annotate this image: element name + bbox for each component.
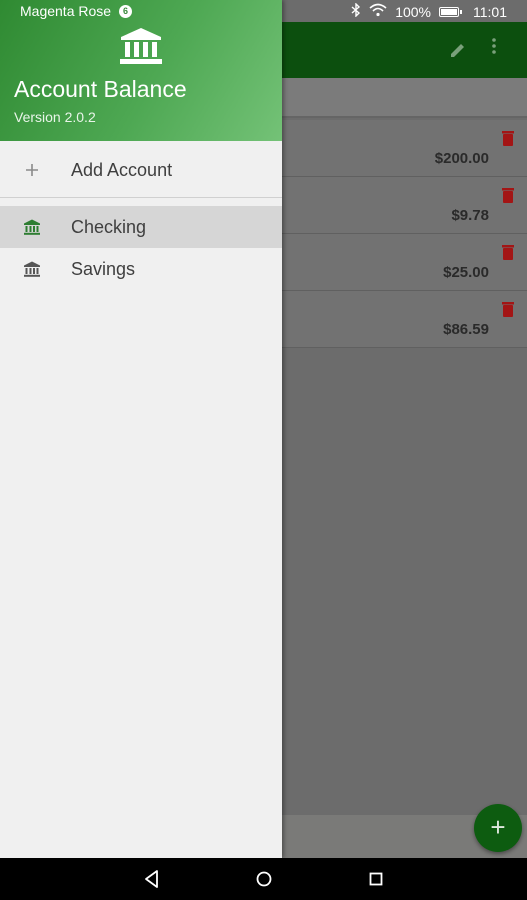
transaction-amount: $9.78 — [451, 207, 489, 224]
carrier-name: Magenta Rose — [20, 3, 112, 19]
back-icon[interactable] — [140, 868, 164, 890]
trash-icon[interactable] — [501, 301, 515, 318]
status-bar: Magenta Rose 6 100% 11:01 — [0, 0, 527, 22]
bank-icon — [23, 218, 41, 236]
clock: 11:01 — [473, 3, 507, 20]
add-account-button[interactable]: Add Account — [0, 149, 282, 191]
system-nav-bar — [0, 858, 527, 900]
trash-icon[interactable] — [501, 187, 515, 204]
transaction-amount: $86.59 — [443, 321, 489, 338]
add-account-label: Add Account — [71, 159, 173, 180]
battery-percent: 100% — [395, 3, 431, 20]
app-title: Account Balance — [14, 76, 187, 102]
drawer-item-checking[interactable]: Checking — [0, 206, 282, 248]
status-right: 100% 11:01 — [351, 2, 507, 20]
bluetooth-icon — [351, 2, 361, 20]
more-vert-icon[interactable] — [489, 37, 499, 61]
battery-icon — [439, 6, 462, 17]
pencil-icon[interactable] — [448, 40, 468, 60]
plus-icon — [23, 161, 41, 179]
trash-icon[interactable] — [501, 130, 515, 147]
app-version: Version 2.0.2 — [14, 109, 96, 125]
notification-badge: 6 — [119, 4, 133, 18]
recents-icon[interactable] — [364, 868, 388, 890]
transaction-amount: $200.00 — [434, 150, 489, 167]
navigation-drawer: Account Balance Version 2.0.2 Add Accoun… — [0, 0, 282, 858]
bank-icon — [23, 260, 41, 278]
drawer-item-label: Savings — [71, 258, 136, 279]
wifi-icon — [369, 3, 387, 20]
bank-icon — [118, 27, 164, 65]
drawer-item-savings[interactable]: Savings — [0, 248, 282, 290]
home-icon[interactable] — [252, 868, 276, 890]
drawer-item-label: Checking — [71, 216, 147, 237]
transaction-amount: $25.00 — [443, 264, 489, 281]
drawer-divider — [0, 197, 282, 198]
add-transaction-button[interactable]: + — [474, 804, 522, 852]
trash-icon[interactable] — [501, 244, 515, 261]
status-left: Magenta Rose 6 — [20, 3, 133, 19]
